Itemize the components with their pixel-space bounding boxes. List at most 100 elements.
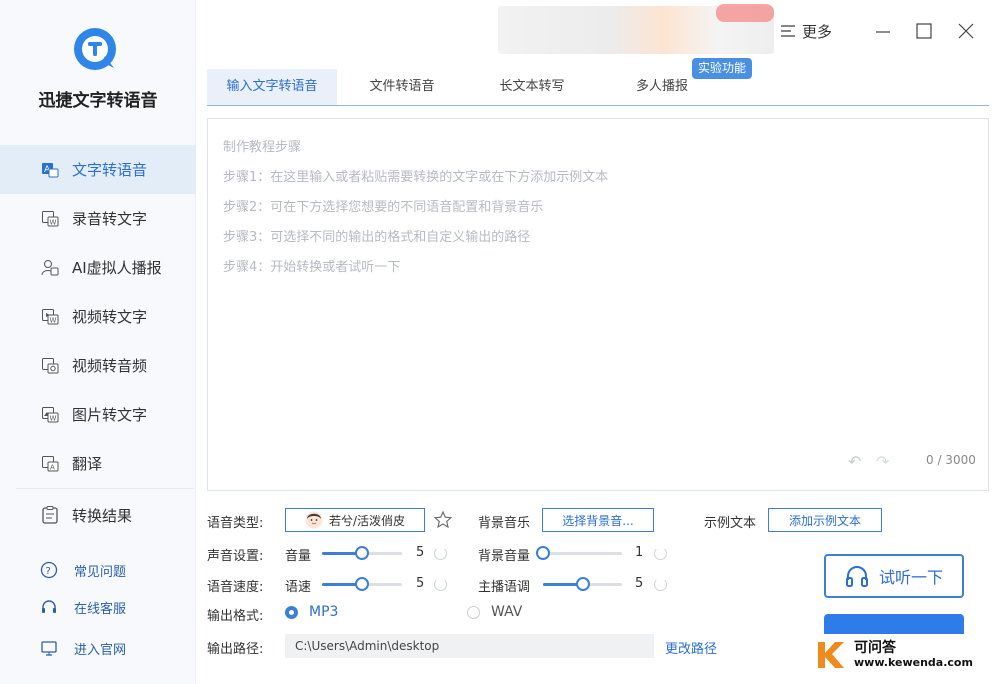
translate-icon: A (40, 454, 60, 474)
bg-music-label: 背景音乐 (478, 516, 531, 531)
speed-reset-icon[interactable] (434, 578, 447, 591)
undo-icon[interactable]: ↶ (848, 452, 861, 471)
sidebar-item-label: 视频转音频 (72, 357, 148, 375)
watermark-title: 可问答 (854, 640, 896, 657)
website-label: 进入官网 (74, 642, 127, 658)
close-button[interactable] (955, 20, 977, 42)
online-service-link[interactable]: 在线客服 (0, 592, 196, 622)
watermark-logo-icon (818, 642, 844, 668)
editor-step-1: 步骤1：在这里输入或者粘贴需要转换的文字或在下方添加示例文本 (223, 170, 609, 185)
tab-file-to-speech[interactable]: 文件转语音 (337, 69, 467, 105)
tab-bar: 输入文字转语音 文件转语音 长文本转写 多人播报 (207, 69, 989, 106)
experimental-badge: 实验功能 (692, 58, 753, 79)
more-menu-button[interactable]: 更多 (780, 20, 832, 42)
output-path-field[interactable]: C:\Users\Admin\desktop (285, 634, 654, 658)
select-bg-music-button[interactable]: 选择背景音... (542, 508, 654, 532)
sidebar-item-recording-to-text[interactable]: W 录音转文字 (0, 194, 196, 243)
format-wav-label: WAV (491, 604, 523, 620)
menu-icon (781, 25, 795, 37)
tab-long-text-transcribe[interactable]: 长文本转写 (467, 69, 597, 105)
blurred-badge (716, 4, 774, 22)
more-label: 更多 (802, 22, 833, 41)
listen-label: 试听一下 (878, 568, 943, 587)
path-label: 输出路径: (207, 642, 264, 657)
minimize-button[interactable] (872, 20, 894, 42)
sidebar-item-label: 转换结果 (72, 506, 133, 525)
close-icon (958, 23, 974, 39)
text-input-area[interactable]: 制作教程步骤 步骤1：在这里输入或者粘贴需要转换的文字或在下方添加示例文本 步骤… (207, 118, 989, 491)
sidebar-item-label: 图片转文字 (72, 406, 148, 424)
editor-step-4: 步骤4：开始转换或者试听一下 (223, 260, 401, 275)
sidebar: 迅捷文字转语音 A 文字转语音 W 录音转文字 AI虚拟人播报 W 视频转文字 … (0, 0, 196, 684)
virtual-person-icon (40, 258, 60, 278)
volume-slider[interactable] (322, 546, 402, 560)
sidebar-nav: A 文字转语音 W 录音转文字 AI虚拟人播报 W 视频转文字 视频转音频 W … (0, 145, 196, 488)
sidebar-item-label: 视频转文字 (72, 308, 148, 326)
bg-volume-reset-icon[interactable] (654, 547, 667, 560)
sidebar-item-image-to-text[interactable]: W 图片转文字 (0, 390, 196, 439)
sidebar-item-label: 文字转语音 (72, 161, 148, 179)
app-logo-icon (74, 28, 116, 70)
pitch-label: 主播语调 (478, 580, 531, 595)
tab-input-text-to-speech[interactable]: 输入文字转语音 (207, 69, 337, 105)
sidebar-item-label: AI虚拟人播报 (72, 259, 162, 277)
clipboard-icon (42, 506, 58, 524)
redo-icon[interactable]: ↷ (876, 452, 889, 471)
editor-heading: 制作教程步骤 (223, 140, 302, 155)
volume-reset-icon[interactable] (434, 547, 447, 560)
editor-step-3: 步骤3：可选择不同的输出的格式和自定义输出的路径 (223, 230, 531, 245)
online-service-label: 在线客服 (74, 601, 127, 617)
website-link[interactable]: 进入官网 (0, 633, 196, 663)
sidebar-item-results[interactable]: 转换结果 (0, 495, 196, 535)
minimize-icon (876, 31, 890, 33)
svg-text:A: A (50, 463, 55, 471)
voice-select-button[interactable]: 若兮/活泼俏皮 (285, 508, 425, 532)
maximize-button[interactable] (913, 20, 935, 42)
change-path-link[interactable]: 更改路径 (665, 638, 717, 657)
sound-settings-label: 声音设置: (207, 549, 264, 564)
headphones-icon (845, 566, 868, 587)
svg-text:W: W (50, 218, 57, 226)
sidebar-item-video-to-text[interactable]: W 视频转文字 (0, 292, 196, 341)
char-count: 0 / 3000 (926, 453, 976, 467)
watermark: 可问答 www.kewenda.com (814, 634, 994, 676)
pitch-value: 5 (635, 576, 644, 591)
faq-label: 常见问题 (74, 564, 127, 580)
speed-value: 5 (416, 576, 425, 591)
pitch-reset-icon[interactable] (654, 578, 667, 591)
sidebar-item-virtual-person[interactable]: AI虚拟人播报 (0, 243, 196, 292)
sidebar-item-text-to-speech[interactable]: A 文字转语音 (0, 145, 196, 194)
svg-text:?: ? (46, 566, 51, 577)
volume-label: 音量 (285, 549, 312, 564)
watermark-url: www.kewenda.com (854, 655, 973, 669)
app-name: 迅捷文字转语音 (38, 91, 158, 111)
pitch-slider[interactable] (543, 577, 622, 591)
sidebar-item-translate[interactable]: A 翻译 (0, 439, 196, 488)
listen-button[interactable]: 试听一下 (824, 554, 964, 598)
speed-section-label: 语音速度: (207, 580, 264, 595)
add-sample-text-button[interactable]: 添加示例文本 (768, 508, 882, 532)
bg-volume-value: 1 (635, 545, 644, 560)
svg-text:W: W (50, 414, 57, 422)
favorite-star-icon[interactable] (433, 510, 453, 530)
app-window: 迅捷文字转语音 A 文字转语音 W 录音转文字 AI虚拟人播报 W 视频转文字 … (0, 0, 1004, 684)
format-wav-radio[interactable] (467, 606, 480, 619)
bg-volume-slider[interactable] (536, 546, 622, 560)
sidebar-divider (16, 488, 194, 489)
voice-name: 若兮/活泼俏皮 (328, 513, 406, 528)
speed-slider[interactable] (322, 577, 402, 591)
headset-icon (42, 600, 56, 613)
faq-link[interactable]: ? 常见问题 (0, 555, 196, 585)
format-label: 输出格式: (207, 609, 264, 624)
sidebar-item-label: 录音转文字 (72, 210, 148, 228)
format-mp3-label: MP3 (309, 604, 339, 620)
editor-step-2: 步骤2：可在下方选择您想要的不同语音配置和背景音乐 (223, 200, 544, 215)
speed-label: 语速 (285, 580, 312, 595)
bg-volume-label: 背景音量 (478, 549, 531, 564)
volume-value: 5 (416, 545, 425, 560)
sidebar-item-video-to-audio[interactable]: 视频转音频 (0, 341, 196, 390)
format-mp3-radio[interactable] (285, 606, 298, 619)
recording-to-text-icon: W (40, 209, 60, 229)
monitor-icon (41, 641, 57, 656)
question-icon: ? (40, 561, 58, 579)
